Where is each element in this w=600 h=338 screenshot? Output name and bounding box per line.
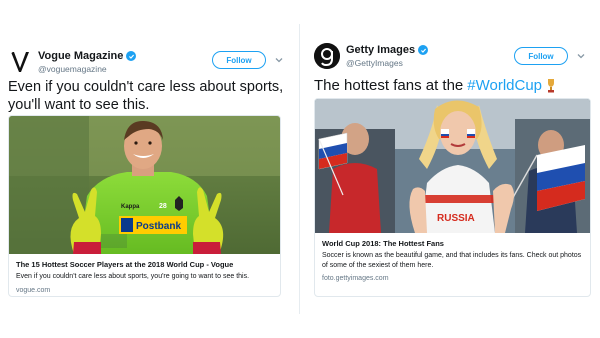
- getty-link-card[interactable]: RUSSIA World Cup 2018: The Hottest Fans …: [314, 98, 591, 297]
- shirt-russia-text: RUSSIA: [437, 213, 475, 224]
- vogue-handle[interactable]: @voguemagazine: [38, 64, 107, 74]
- getty-handle[interactable]: @GettyImages: [346, 58, 403, 68]
- worldcup-hashtag-link[interactable]: #WorldCup: [467, 76, 542, 95]
- vogue-display-name[interactable]: Vogue Magazine: [38, 50, 123, 62]
- getty-avatar[interactable]: [314, 43, 340, 69]
- getty-card-domain: foto.gettyimages.com: [322, 275, 389, 282]
- vogue-tweet-text: Even if you couldn't care less about spo…: [8, 79, 284, 113]
- vogue-card-image: Postbank Kappa 28: [9, 116, 280, 254]
- shirt-sponsor-text: Postbank: [136, 221, 181, 232]
- verified-badge-icon: [126, 51, 137, 61]
- shirt-number-text: 28: [159, 203, 167, 210]
- vogue-tweet: Vogue Magazine @voguemagazine Follow Eve…: [0, 0, 296, 338]
- vogue-card-domain: vogue.com: [16, 286, 51, 294]
- vogue-link-card[interactable]: Postbank Kappa 28 The 15 Hottest Soccer …: [8, 115, 281, 297]
- shirt-brand-text: Kappa: [121, 204, 140, 210]
- getty-tweet: Getty Images @GettyImages Follow The hot…: [304, 0, 600, 338]
- vogue-card-description: Even if you couldn't care less about spo…: [16, 273, 250, 280]
- getty-card-image: RUSSIA: [315, 99, 590, 233]
- verified-badge-icon: [418, 45, 429, 55]
- getty-display-name[interactable]: Getty Images: [346, 44, 415, 56]
- getty-card-title[interactable]: World Cup 2018: The Hottest Fans: [322, 239, 583, 249]
- vogue-follow-button[interactable]: Follow: [212, 51, 266, 69]
- trophy-emoji-icon: [548, 79, 555, 93]
- getty-tweet-text-plain: The hottest fans at the: [314, 77, 464, 94]
- chevron-down-icon[interactable]: [274, 55, 284, 65]
- getty-tweet-text: The hottest fans at the #WorldCup: [314, 76, 598, 95]
- vogue-card-title[interactable]: The 15 Hottest Soccer Players at the 201…: [16, 260, 273, 270]
- chevron-down-icon[interactable]: [576, 51, 586, 61]
- vogue-avatar[interactable]: [8, 49, 34, 75]
- getty-follow-button[interactable]: Follow: [514, 47, 568, 65]
- column-divider: [299, 24, 300, 314]
- getty-card-description: Soccer is known as the beautiful game, a…: [322, 252, 582, 269]
